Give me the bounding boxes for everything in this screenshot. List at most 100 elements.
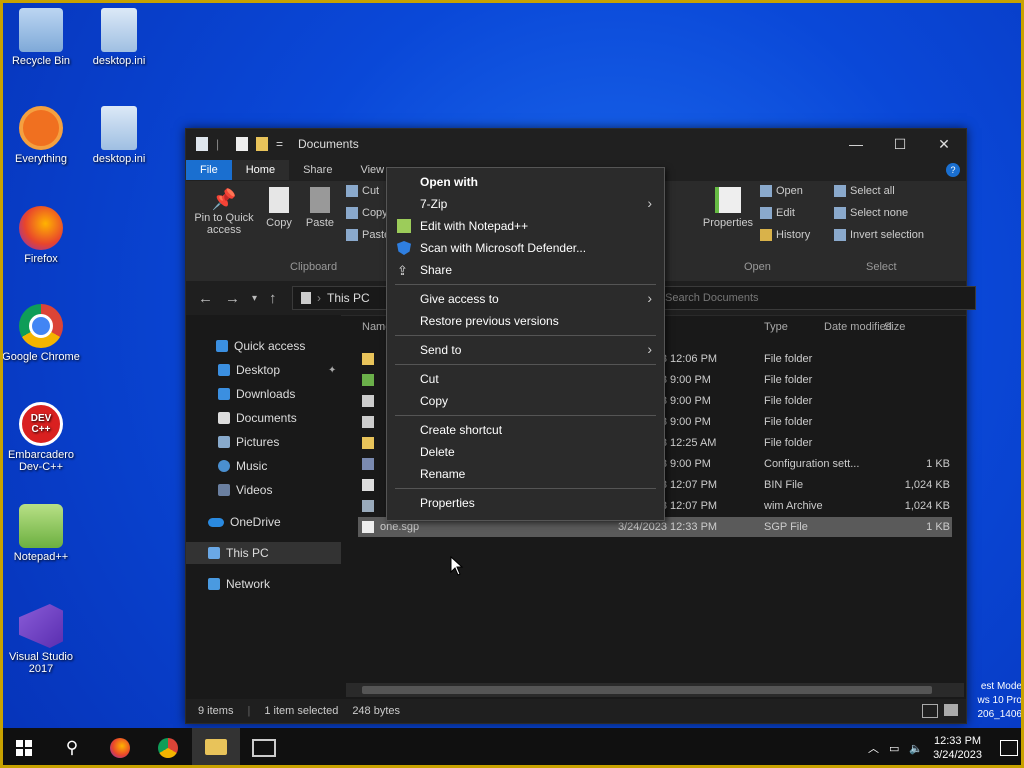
- search-input[interactable]: Search Documents: [644, 286, 976, 310]
- pin-quick-access-button[interactable]: 📌 Pin to Quick access: [192, 187, 256, 236]
- column-size[interactable]: Size: [884, 321, 905, 333]
- chrome-icon: [158, 738, 178, 758]
- status-item-count: 9 items: [198, 705, 234, 717]
- scissors-icon: [346, 185, 358, 197]
- desktop-icon-desktop-ini-2[interactable]: desktop.ini: [80, 106, 158, 165]
- customize-toolbar-icon[interactable]: =: [276, 137, 288, 151]
- desktop-icon-desktop-ini-1[interactable]: desktop.ini: [80, 8, 158, 67]
- select-all-button[interactable]: Select all: [834, 185, 895, 197]
- music-icon: [218, 460, 230, 472]
- firefox-icon: [110, 738, 130, 758]
- taskbar-chrome[interactable]: [144, 728, 192, 768]
- folder-icon: [362, 353, 374, 365]
- navigation-pane: Quick access Desktop ✦ Downloads Document…: [186, 315, 341, 697]
- title-bar[interactable]: | = Documents — ☐ ✕: [186, 129, 966, 159]
- desktop-icon-devcpp[interactable]: DEV C++ Embarcadero Dev-C++: [2, 402, 80, 473]
- open-icon: [760, 185, 772, 197]
- nav-videos[interactable]: Videos: [218, 483, 272, 497]
- nav-downloads[interactable]: Downloads: [218, 387, 295, 401]
- desktop-icon-label: Notepad++: [13, 551, 69, 563]
- paste-shortcut-icon: [346, 229, 358, 241]
- menu-item-cut[interactable]: Cut: [387, 368, 664, 390]
- menu-item-share[interactable]: ⇪ Share: [387, 259, 664, 281]
- invert-selection-button[interactable]: Invert selection: [834, 229, 924, 241]
- desktop-icon-visual-studio[interactable]: Visual Studio 2017: [2, 604, 80, 675]
- menu-item-edit-notepadpp[interactable]: Edit with Notepad++: [387, 215, 664, 237]
- breadcrumb-chevron-icon: ›: [317, 291, 321, 305]
- menu-item-open-with[interactable]: Open with: [387, 171, 664, 193]
- folder-icon: [362, 374, 374, 386]
- recent-locations-icon[interactable]: ▾: [252, 293, 257, 304]
- menu-item-7zip[interactable]: 7-Zip ›: [387, 193, 664, 215]
- menu-item-rename[interactable]: Rename: [387, 463, 664, 485]
- settings-file-icon: [362, 458, 374, 470]
- desktop-icon-notepadpp[interactable]: Notepad++: [2, 504, 80, 563]
- nav-network[interactable]: Network: [208, 577, 270, 591]
- status-bar: 9 items | 1 item selected 248 bytes: [186, 699, 966, 723]
- menu-item-send-to[interactable]: Send to ›: [387, 339, 664, 361]
- properties-button[interactable]: Properties: [698, 187, 758, 229]
- cut-button[interactable]: Cut: [346, 185, 379, 197]
- tab-file[interactable]: File: [186, 160, 232, 180]
- menu-item-properties[interactable]: Properties: [387, 492, 664, 514]
- chevron-up-icon[interactable]: ︿: [868, 740, 879, 756]
- paste-button[interactable]: Paste: [302, 187, 338, 229]
- desktop-icon-everything[interactable]: Everything: [2, 106, 80, 165]
- nav-desktop[interactable]: Desktop ✦: [218, 363, 336, 377]
- edit-button[interactable]: Edit: [760, 207, 795, 219]
- clock[interactable]: 12:33 PM 3/24/2023: [933, 734, 982, 762]
- desktop-icon-chrome[interactable]: Google Chrome: [2, 304, 80, 363]
- desktop-icon-label: desktop.ini: [92, 55, 146, 67]
- menu-item-give-access[interactable]: Give access to ›: [387, 288, 664, 310]
- menu-item-create-shortcut[interactable]: Create shortcut: [387, 419, 664, 441]
- minimize-icon[interactable]: —: [834, 136, 878, 153]
- help-icon[interactable]: ?: [946, 163, 960, 177]
- select-none-button[interactable]: Select none: [834, 207, 908, 219]
- nav-music[interactable]: Music: [218, 459, 267, 473]
- nav-pictures[interactable]: Pictures: [218, 435, 279, 449]
- copy-button[interactable]: Copy: [262, 187, 296, 229]
- horizontal-scrollbar[interactable]: [346, 683, 964, 697]
- large-icons-view-icon[interactable]: [944, 704, 958, 716]
- menu-item-delete[interactable]: Delete: [387, 441, 664, 463]
- open-button[interactable]: Open: [760, 185, 803, 197]
- forward-arrow-icon[interactable]: →: [225, 290, 240, 307]
- breadcrumb-this-pc[interactable]: This PC: [327, 291, 370, 305]
- taskbar-firefox[interactable]: [96, 728, 144, 768]
- menu-item-scan-defender[interactable]: Scan with Microsoft Defender...: [387, 237, 664, 259]
- speaker-icon[interactable]: 🔈: [909, 742, 923, 755]
- taskbar-app[interactable]: [240, 728, 288, 768]
- tab-share[interactable]: Share: [289, 160, 346, 180]
- close-icon[interactable]: ✕: [922, 136, 966, 153]
- column-type[interactable]: Type: [764, 321, 788, 333]
- back-arrow-icon[interactable]: ←: [198, 290, 213, 307]
- search-button[interactable]: ⚲: [48, 728, 96, 768]
- nav-quick-access[interactable]: Quick access: [216, 339, 305, 353]
- maximize-icon[interactable]: ☐: [878, 136, 922, 153]
- new-folder-quick-icon[interactable]: [256, 137, 268, 151]
- notifications-icon[interactable]: [1000, 740, 1018, 756]
- taskbar-file-explorer[interactable]: [192, 728, 240, 768]
- paste-icon: [310, 187, 330, 213]
- desktop-icon-firefox[interactable]: Firefox: [2, 206, 80, 265]
- desktop-icon-recycle-bin[interactable]: Recycle Bin: [2, 8, 80, 67]
- nav-documents[interactable]: Documents: [218, 411, 297, 425]
- menu-item-copy[interactable]: Copy: [387, 390, 664, 412]
- network-icon[interactable]: ▭: [889, 742, 899, 755]
- properties-quick-icon[interactable]: [236, 137, 248, 151]
- up-arrow-icon[interactable]: ↑: [269, 290, 277, 307]
- tab-home[interactable]: Home: [231, 160, 290, 180]
- archive-icon: [362, 500, 374, 512]
- details-view-icon[interactable]: [922, 704, 938, 718]
- nav-this-pc[interactable]: This PC: [186, 542, 341, 564]
- column-date-modified[interactable]: Date modified: [824, 321, 892, 333]
- select-none-icon: [834, 207, 846, 219]
- menu-item-restore-versions[interactable]: Restore previous versions: [387, 310, 664, 332]
- nav-onedrive[interactable]: OneDrive: [208, 515, 281, 529]
- scrollbar-thumb[interactable]: [362, 686, 932, 694]
- start-button[interactable]: [0, 728, 48, 768]
- window-icon: [196, 137, 208, 151]
- history-button[interactable]: History: [760, 229, 810, 241]
- desktop-icon-label: Everything: [15, 153, 67, 165]
- download-icon: [218, 388, 230, 400]
